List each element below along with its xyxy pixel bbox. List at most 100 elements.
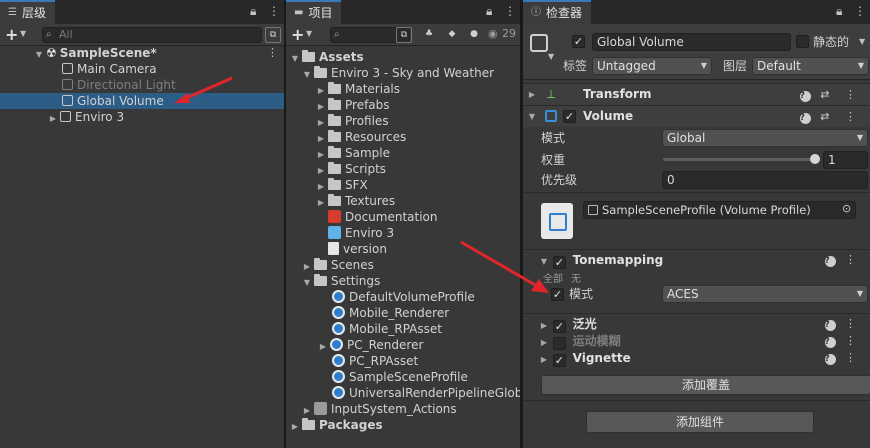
project-item-settings[interactable]: ▼ Settings — [302, 273, 380, 289]
expand-triangle-icon[interactable]: ▶ — [539, 350, 549, 370]
hierarchy-item-main-camera[interactable]: Main Camera — [60, 61, 157, 77]
project-item-default-volume-profile[interactable]: DefaultVolumeProfile — [330, 289, 475, 305]
component-more-icon[interactable]: ⋮ — [845, 317, 862, 330]
hierarchy-search-input[interactable]: ⌕ All — [42, 27, 262, 43]
help-icon[interactable]: ? — [824, 354, 836, 365]
expand-triangle-icon[interactable]: ▼ — [527, 106, 537, 127]
preset-icon[interactable]: ⇄ — [820, 88, 835, 101]
hierarchy-item-enviro[interactable]: ▶ Enviro 3 — [48, 109, 124, 125]
hierarchy-item-directional-light[interactable]: Directional Light — [60, 77, 176, 93]
volume-component-header[interactable]: ▼ ✓ Volume ? ⇄ ⋮ — [523, 105, 870, 127]
tonemapping-mode-override-checkbox[interactable]: ✓ — [551, 288, 564, 301]
project-item-prefabs[interactable]: ▶ Prefabs — [316, 97, 390, 113]
type-filter-icon[interactable]: ♣ — [421, 27, 437, 43]
tag-dropdown[interactable]: Untagged ▼ — [592, 57, 712, 75]
weight-field[interactable]: 1 — [823, 151, 868, 169]
vignette-header[interactable]: ▶ ✓ Vignette ? ⋮ — [523, 348, 870, 368]
tab-hierarchy[interactable]: ☰ 层级 — [0, 0, 55, 24]
expand-triangle-icon[interactable]: ▶ — [527, 84, 537, 105]
project-item-pc-rpasset[interactable]: PC_RPAsset — [330, 353, 418, 369]
add-override-button[interactable]: 添加覆盖 — [541, 375, 870, 395]
project-item-sfx[interactable]: ▶ SFX — [316, 177, 368, 193]
project-item-pc-renderer[interactable]: ▶ PC_Renderer — [318, 337, 423, 353]
scene-more-icon[interactable]: ⋮ — [267, 45, 278, 61]
object-picker-icon[interactable]: ⊙ — [842, 202, 851, 215]
chevron-down-icon[interactable]: ▼ — [20, 29, 26, 38]
tab-project[interactable]: ▬ 项目 — [286, 0, 342, 24]
project-item-mobile-rpasset[interactable]: Mobile_RPAsset — [330, 321, 442, 337]
project-item-sample[interactable]: ▶ Sample — [316, 145, 390, 161]
project-item-sample-scene-profile[interactable]: SampleSceneProfile — [330, 369, 468, 385]
component-more-icon[interactable]: ⋮ — [845, 110, 862, 123]
chevron-down-icon[interactable]: ▼ — [306, 29, 312, 38]
expand-triangle-icon[interactable]: ▼ — [539, 252, 549, 272]
layer-dropdown[interactable]: Default ▼ — [752, 57, 869, 75]
create-button[interactable]: + — [291, 25, 304, 44]
tab-inspector[interactable]: ⓘ 检查器 — [523, 0, 592, 24]
lock-icon[interactable]: 🔒︎ — [486, 4, 492, 19]
project-item-mobile-renderer[interactable]: Mobile_Renderer — [330, 305, 449, 321]
help-icon[interactable]: ? — [824, 256, 836, 267]
lock-icon[interactable]: 🔒︎ — [250, 4, 256, 19]
component-more-icon[interactable]: ⋮ — [845, 351, 862, 364]
static-dropdown-chevron-icon[interactable]: ▼ — [859, 37, 865, 46]
project-item-resources[interactable]: ▶ Resources — [316, 129, 406, 145]
label-filter-icon[interactable]: ◆ — [444, 27, 460, 43]
vignette-enabled-checkbox[interactable]: ✓ — [552, 354, 566, 367]
bloom-header[interactable]: ▶ ✓ 泛光 ? ⋮ — [523, 313, 870, 333]
lock-icon[interactable]: 🔒︎ — [836, 4, 842, 19]
weight-slider-thumb[interactable] — [810, 154, 820, 164]
expand-triangle-icon[interactable]: ▼ — [302, 275, 312, 291]
project-item-documentation[interactable]: Documentation — [326, 209, 438, 225]
project-item-urp-global-settings[interactable]: UniversalRenderPipelineGlobalSettings — [330, 385, 520, 401]
help-icon[interactable]: ? — [824, 337, 836, 348]
project-item-version[interactable]: version — [326, 241, 387, 257]
project-item-scenes[interactable]: ▶ Scenes — [302, 257, 374, 273]
project-item-enviro-prefab[interactable]: Enviro 3 — [326, 225, 394, 241]
mode-dropdown[interactable]: Global ▼ — [662, 129, 868, 147]
more-menu-icon[interactable]: ⋮ — [504, 4, 516, 18]
help-icon[interactable]: ? — [799, 91, 811, 102]
component-more-icon[interactable]: ⋮ — [845, 88, 862, 101]
help-icon[interactable]: ? — [799, 113, 811, 124]
weight-slider-track[interactable] — [663, 158, 815, 161]
project-item-packages[interactable]: ▶ Packages — [290, 417, 383, 433]
expand-triangle-icon[interactable]: ▼ — [290, 51, 300, 67]
hierarchy-item-global-volume[interactable]: Global Volume — [0, 93, 284, 109]
scene-row[interactable]: ▼ ☢ SampleScene* ⋮ — [0, 45, 284, 61]
project-item-enviro-folder[interactable]: ▼ Enviro 3 - Sky and Weather — [302, 65, 494, 81]
filter-icon[interactable]: ⧉ — [396, 27, 412, 43]
active-checkbox[interactable]: ✓ — [572, 35, 585, 48]
preset-icon[interactable]: ⇄ — [820, 110, 835, 123]
project-item-textures[interactable]: ▶ Textures — [316, 193, 395, 209]
eye-icon[interactable]: ◉ — [488, 27, 498, 40]
expand-triangle-icon[interactable]: ▼ — [302, 67, 312, 83]
more-menu-icon[interactable]: ⋮ — [268, 4, 280, 18]
profile-field[interactable]: SampleSceneProfile (Volume Profile) — [583, 201, 856, 219]
project-item-scripts[interactable]: ▶ Scripts — [316, 161, 386, 177]
icon-dropdown-chevron-icon[interactable]: ▼ — [548, 52, 554, 61]
project-item-profiles[interactable]: ▶ Profiles — [316, 113, 389, 129]
none-toggle-link[interactable]: 无 — [571, 270, 581, 285]
project-item-assets[interactable]: ▼ Assets — [290, 49, 364, 65]
all-toggle-link[interactable]: 全部 — [543, 270, 563, 285]
more-menu-icon[interactable]: ⋮ — [854, 4, 866, 18]
expand-triangle-icon[interactable]: ▼ — [34, 47, 44, 63]
tonemapping-mode-dropdown[interactable]: ACES ▼ — [662, 285, 868, 303]
expand-triangle-icon[interactable]: ▶ — [316, 195, 326, 211]
priority-field[interactable]: 0 — [662, 171, 868, 189]
component-more-icon[interactable]: ⋮ — [845, 334, 862, 347]
project-item-input-actions[interactable]: ▶ InputSystem_Actions — [302, 401, 457, 417]
expand-triangle-icon[interactable]: ▶ — [48, 111, 58, 127]
create-button[interactable]: + — [5, 25, 18, 44]
add-component-button[interactable]: 添加组件 — [586, 411, 814, 433]
project-item-materials[interactable]: ▶ Materials — [316, 81, 400, 97]
help-icon[interactable]: ? — [824, 320, 836, 331]
volume-enabled-checkbox[interactable]: ✓ — [563, 110, 576, 123]
tonemapping-header[interactable]: ▼ ✓ Tonemapping ? ⋮ — [523, 249, 870, 269]
component-more-icon[interactable]: ⋮ — [845, 253, 862, 266]
static-checkbox[interactable]: ✓ — [796, 35, 809, 48]
transform-component-header[interactable]: ▶ ⟂ Transform ? ⇄ ⋮ — [523, 83, 870, 105]
object-name-field[interactable]: Global Volume — [592, 33, 791, 51]
expand-triangle-icon[interactable]: ▶ — [318, 339, 328, 355]
